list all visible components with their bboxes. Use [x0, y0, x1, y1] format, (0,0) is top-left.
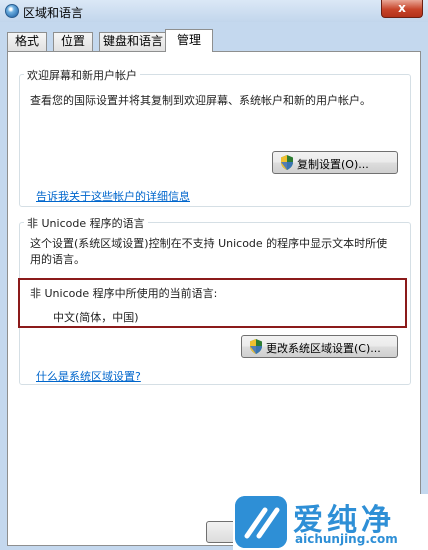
close-icon: x [398, 1, 406, 15]
globe-icon [5, 4, 19, 18]
watermark: 爱纯净 aichunjing.com [233, 494, 428, 550]
non-unicode-description-2: 用的语言。 [30, 253, 85, 266]
accounts-info-link[interactable]: 告诉我关于这些帐户的详细信息 [36, 188, 190, 204]
close-button[interactable]: x [381, 0, 423, 18]
tab-strip: 格式 位置 键盘和语言 管理 [7, 28, 421, 52]
uac-shield-icon [281, 155, 293, 170]
watermark-logo-icon [235, 496, 287, 548]
welcome-group-title: 欢迎屏幕和新用户帐户 [24, 67, 140, 83]
change-system-locale-button[interactable]: 更改系统区域设置(C)... [241, 335, 398, 358]
region-language-dialog: 区域和语言 x 格式 位置 键盘和语言 管理 欢迎屏幕和新用户帐户 查看您的国际… [0, 0, 428, 550]
current-language-highlight [18, 278, 407, 328]
non-unicode-description-1: 这个设置(系统区域设置)控制在不支持 Unicode 的程序中显示文本时所使 [30, 237, 388, 250]
change-system-locale-label: 更改系统区域设置(C)... [266, 342, 381, 355]
tab-location[interactable]: 位置 [53, 32, 93, 51]
copy-settings-label: 复制设置(O)... [297, 158, 369, 171]
uac-shield-icon [250, 339, 262, 354]
non-unicode-group-title: 非 Unicode 程序的语言 [24, 215, 148, 231]
tab-keyboards-languages[interactable]: 键盘和语言 [99, 32, 167, 51]
copy-settings-button[interactable]: 复制设置(O)... [272, 151, 398, 174]
system-locale-help-link[interactable]: 什么是系统区域设置? [36, 368, 141, 384]
title-bar: 区域和语言 x [0, 0, 428, 22]
tab-administrative[interactable]: 管理 [165, 29, 213, 52]
watermark-url: aichunjing.com [295, 532, 398, 546]
welcome-description: 查看您的国际设置并将其复制到欢迎屏幕、系统帐户和新的用户帐户。 [30, 94, 371, 107]
window-title: 区域和语言 [23, 6, 84, 20]
tab-formats[interactable]: 格式 [7, 32, 47, 51]
